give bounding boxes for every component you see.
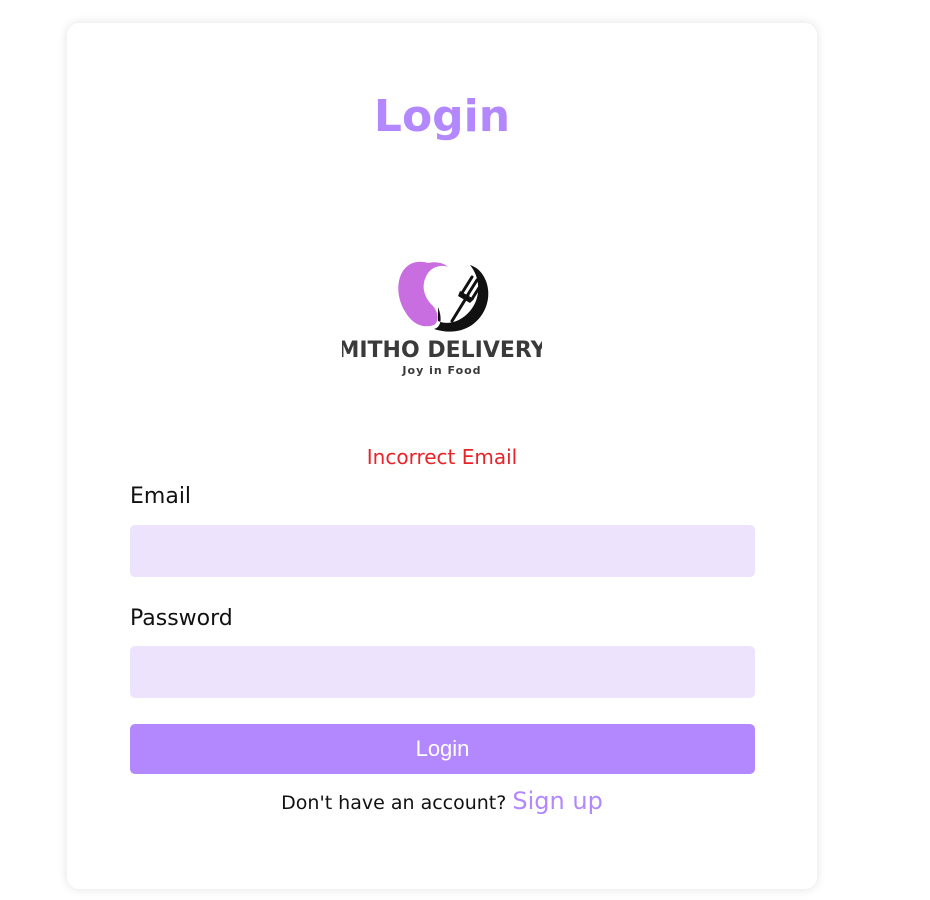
password-label: Password [130,606,233,631]
brand-name: MITHO DELIVERY [342,338,542,363]
email-label: Email [130,484,192,509]
brand-tagline: Joy in Food [401,364,481,377]
leaf-fork-icon: MITHO DELIVERY Joy in Food [337,261,548,377]
login-card: Login MITHO DELIVERY Joy in Food Incorre… [67,23,817,889]
brand-logo: MITHO DELIVERY Joy in Food [337,241,548,381]
signup-row: Don't have an account? Sign up [67,786,817,818]
email-field[interactable] [130,525,755,577]
login-button[interactable]: Login [130,724,755,774]
password-field[interactable] [130,646,755,698]
signup-link[interactable]: Sign up [512,787,602,815]
page-title: Login [373,91,511,142]
error-message: Incorrect Email [366,445,518,469]
signup-prompt: Don't have an account? [281,792,513,814]
